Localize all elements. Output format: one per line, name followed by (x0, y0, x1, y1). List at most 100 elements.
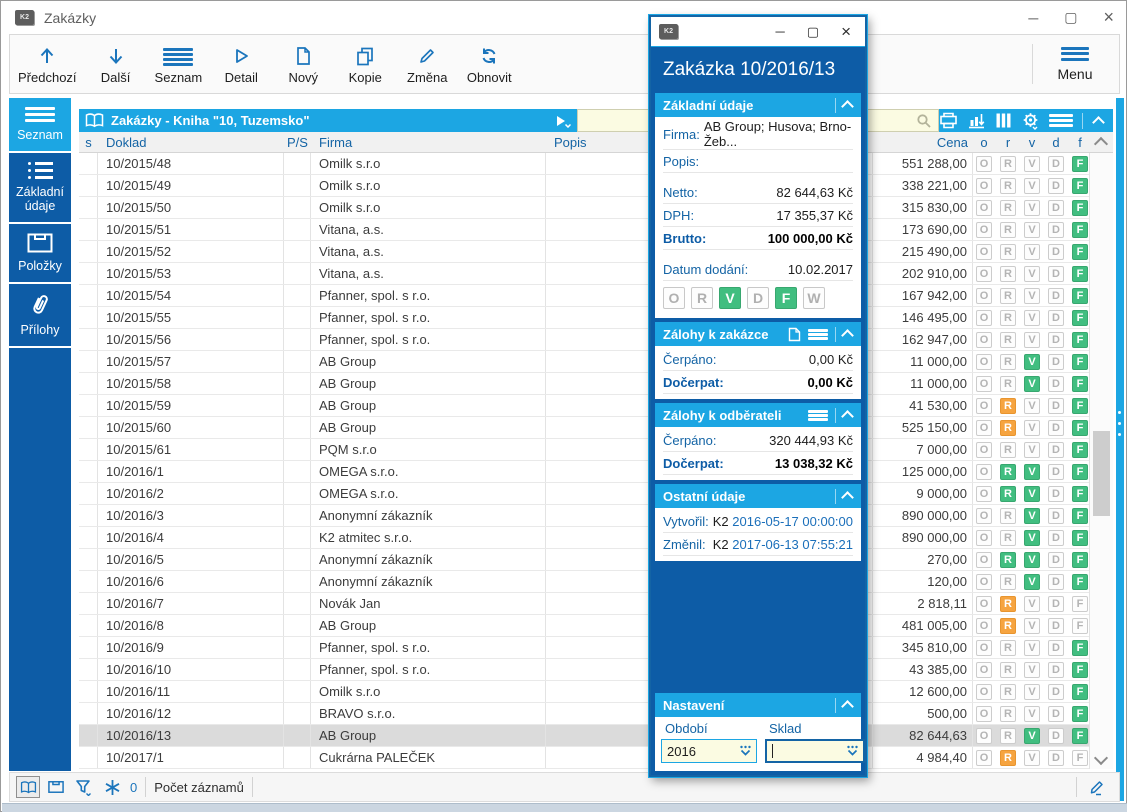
flag-f: F (1072, 552, 1088, 568)
refresh-button[interactable]: Obnovit (458, 37, 520, 91)
table-row[interactable]: 10/2016/2OMEGA s.r.o.9 000,00ORVDF (79, 483, 1089, 505)
section-advances-order-header[interactable]: Zálohy k zakázce (655, 322, 861, 346)
book-view-toggle[interactable] (16, 776, 40, 798)
panel-close-button[interactable]: × (841, 22, 851, 42)
table-row[interactable]: 10/2015/61PQM s.r.o7 000,00ORVDF (79, 439, 1089, 461)
close-button[interactable]: × (1103, 7, 1114, 28)
sidebar-item-seznam[interactable]: Seznam (9, 98, 71, 153)
sklad-combobox[interactable] (765, 739, 865, 763)
collapse-grid-icon[interactable] (1092, 116, 1105, 129)
panel-minimize-button[interactable]: ─ (776, 24, 785, 39)
column-header-firma[interactable]: Firma (311, 135, 546, 150)
table-row[interactable]: 10/2015/59AB Group41 530,00ORVDF (79, 395, 1089, 417)
table-row[interactable]: 10/2016/3Anonymní zákazník890 000,00ORVD… (79, 505, 1089, 527)
table-row[interactable]: 10/2015/56Pfanner, spol. s r.o.162 947,0… (79, 329, 1089, 351)
edit-pencil-icon[interactable] (1085, 776, 1109, 798)
table-row[interactable]: 10/2016/6Anonymní zákazník120,00ORVDF (79, 571, 1089, 593)
section-settings-header[interactable]: Nastavení (655, 693, 861, 717)
column-header-ps[interactable]: P/S (284, 135, 311, 150)
panel-maximize-button[interactable]: ▢ (807, 24, 819, 40)
table-row[interactable]: 10/2016/1OMEGA s.r.o.125 000,00ORVDF (79, 461, 1089, 483)
sidebar-item-polozky[interactable]: Položky (9, 224, 71, 284)
column-header-doklad[interactable]: Doklad (98, 135, 284, 150)
flag-v: V (1024, 530, 1040, 546)
table-row[interactable]: 10/2015/49Omilk s.r.o338 221,00ORVDF (79, 175, 1089, 197)
obdobi-combobox[interactable]: 2016 (661, 739, 757, 763)
columns-icon[interactable] (995, 112, 1012, 129)
previous-button[interactable]: Předchozí (10, 37, 85, 91)
sidebar-item-zakladni-udaje[interactable]: Základní údaje (9, 153, 71, 224)
table-row[interactable]: 10/2015/55Pfanner, spol. s r.o.146 495,0… (79, 307, 1089, 329)
collapse-icon[interactable] (841, 100, 854, 113)
condition-asterisk-icon[interactable] (100, 776, 124, 798)
table-row[interactable]: 10/2016/8AB Group481 005,00ORVDF (79, 615, 1089, 637)
column-header-cena[interactable]: Cena (873, 135, 973, 150)
maximize-button[interactable]: ▢ (1064, 9, 1077, 26)
vertical-scrollbar[interactable] (1089, 153, 1113, 769)
collapse-icon[interactable] (841, 329, 854, 342)
minimize-button[interactable]: ─ (1028, 10, 1038, 26)
next-button[interactable]: Další (85, 37, 147, 91)
table-row[interactable]: 10/2016/12BRAVO s.r.o.500,00ORVDF (79, 703, 1089, 725)
flag-r: R (1000, 728, 1016, 744)
column-header-s[interactable]: s (79, 135, 98, 150)
filter-icon[interactable] (72, 776, 96, 798)
table-row[interactable]: 10/2015/53Vitana, a.s.202 910,00ORVDF (79, 263, 1089, 285)
table-row[interactable]: 10/2017/1Cukrárna PALEČEK4 984,40ORVDF (79, 747, 1089, 769)
collapse-icon[interactable] (841, 491, 854, 504)
table-row[interactable]: 10/2015/50Omilk s.r.o315 830,00ORVDF (79, 197, 1089, 219)
settings-gear-icon[interactable] (1021, 112, 1040, 130)
table-row[interactable]: 10/2015/51Vitana, a.s.173 690,00ORVDF (79, 219, 1089, 241)
panel-titlebar[interactable]: K2 ─ ▢ × (651, 17, 865, 47)
table-row[interactable]: 10/2015/54Pfanner, spol. s r.o.167 942,0… (79, 285, 1089, 307)
new-button[interactable]: Nový (272, 37, 334, 91)
window-bottom-edge (2, 803, 1127, 812)
table-row[interactable]: 10/2015/57AB Group11 000,00ORVDF (79, 351, 1089, 373)
collapse-icon[interactable] (841, 410, 854, 423)
firma-row[interactable]: Firma: AB Group; Husova; Brno-Žeb... (663, 119, 853, 150)
grid-menu-icon[interactable] (1049, 114, 1073, 127)
new-document-icon[interactable] (788, 327, 801, 342)
table-row[interactable]: 10/2016/4K2 atmitec s.r.o.890 000,00ORVD… (79, 527, 1089, 549)
section-menu-icon[interactable] (808, 410, 828, 421)
section-menu-icon[interactable] (808, 329, 828, 340)
cell-ps (284, 747, 311, 768)
sidebar-item-prilohy[interactable]: Přílohy (9, 284, 71, 348)
table-row[interactable]: 10/2016/11Omilk s.r.o12 600,00ORVDF (79, 681, 1089, 703)
table-row[interactable]: 10/2015/52Vitana, a.s.215 490,00ORVDF (79, 241, 1089, 263)
cell-flags: ORVDF (973, 197, 1089, 218)
section-other-header[interactable]: Ostatní údaje (655, 484, 861, 508)
table-row[interactable]: 10/2016/13AB Group82 644,63ORVDF (79, 725, 1089, 747)
detail-button[interactable]: Detail (210, 37, 272, 91)
section-advances-customer-header[interactable]: Zálohy k odběrateli (655, 403, 861, 427)
table-row[interactable]: 10/2016/10Pfanner, spol. s r.o.43 385,00… (79, 659, 1089, 681)
menu-button[interactable]: Menu (1039, 37, 1111, 91)
grid-book-header[interactable]: Zakázky - Kniha "10, Tuzemsko" (79, 109, 577, 132)
collapse-icon[interactable] (841, 700, 854, 713)
list-button[interactable]: Seznam (147, 37, 211, 91)
table-row[interactable]: 10/2016/5Anonymní zákazník270,00ORVDF (79, 549, 1089, 571)
popis-row[interactable]: Popis: (663, 150, 853, 173)
print-icon[interactable] (939, 112, 958, 129)
right-edge-splitter[interactable] (1116, 98, 1124, 801)
dropdown-icon[interactable] (738, 745, 753, 757)
edit-button[interactable]: Změna (396, 37, 458, 91)
book-select-icon[interactable] (555, 114, 571, 128)
dropdown-icon[interactable] (845, 745, 860, 757)
copy-button[interactable]: Kopie (334, 37, 396, 91)
container-toggle[interactable] (44, 776, 68, 798)
column-header-flags[interactable]: o r v d f (973, 135, 1089, 150)
scrollbar-down-icon[interactable] (1094, 751, 1108, 765)
chart-icon[interactable] (967, 112, 986, 129)
table-row[interactable]: 10/2016/7Novák Jan2 818,11ORVDF (79, 593, 1089, 615)
table-row[interactable]: 10/2015/48Omilk s.r.o551 288,00ORVDF (79, 153, 1089, 175)
datum-dodani-row[interactable]: Datum dodání: 10.02.2017 (663, 258, 853, 281)
table-row[interactable]: 10/2016/9Pfanner, spol. s r.o.345 810,00… (79, 637, 1089, 659)
scrollbar-up-corner[interactable] (1089, 132, 1113, 153)
cell-cena: 551 288,00 (873, 153, 973, 174)
scrollbar-thumb[interactable] (1093, 431, 1110, 516)
table-row[interactable]: 10/2015/58AB Group11 000,00ORVDF (79, 373, 1089, 395)
section-basic-header[interactable]: Základní údaje (655, 93, 861, 117)
flag-d: D (1048, 640, 1064, 656)
table-row[interactable]: 10/2015/60AB Group525 150,00ORVDF (79, 417, 1089, 439)
